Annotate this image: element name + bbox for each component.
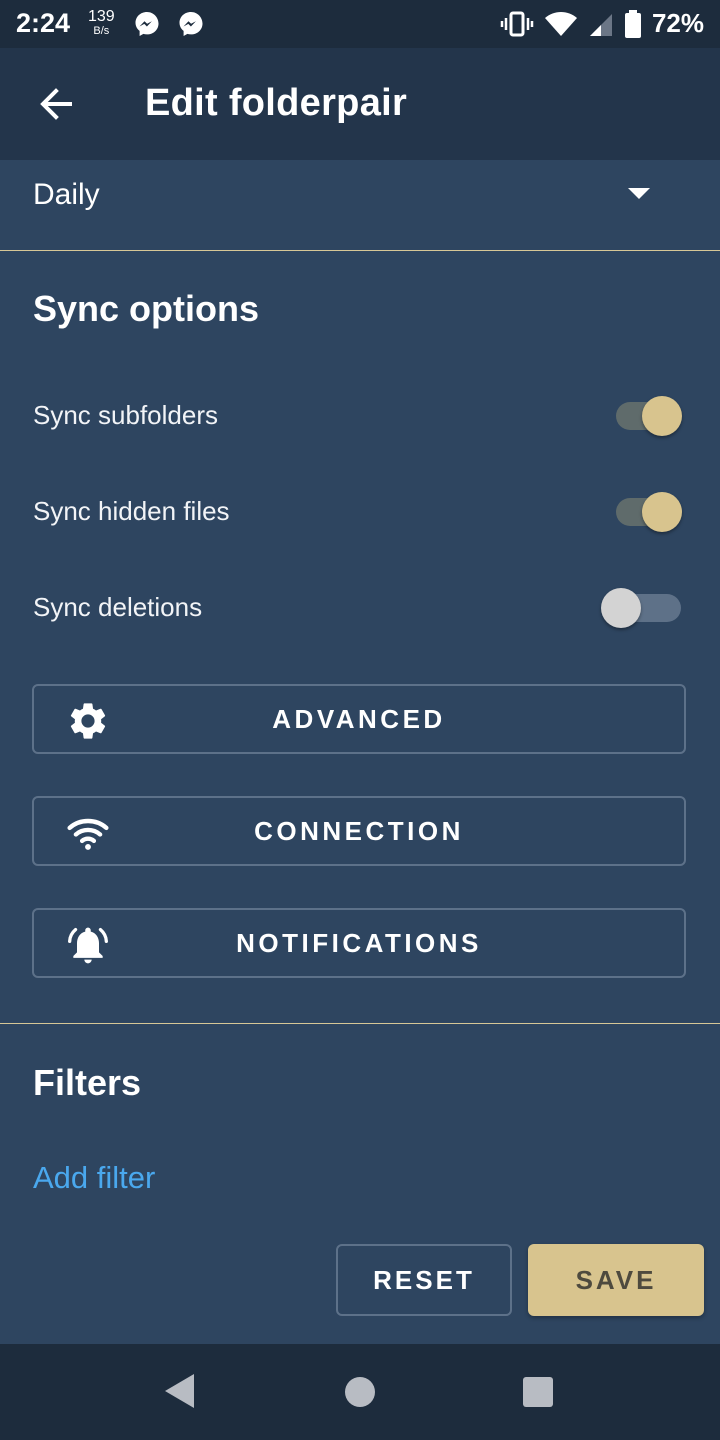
app-bar: Edit folderpair (0, 48, 720, 160)
schedule-dropdown[interactable]: Daily (0, 160, 720, 251)
toggle-row-sync-deletions[interactable]: Sync deletions (0, 568, 720, 648)
gear-icon (70, 703, 106, 739)
sync-subfolders-switch[interactable] (616, 396, 682, 436)
status-time: 2:24 (16, 8, 71, 38)
page-title: Edit folderpair (145, 82, 408, 124)
nav-recents-icon[interactable] (523, 1377, 553, 1407)
nav-back-icon[interactable] (165, 1374, 194, 1408)
switch-thumb (601, 588, 641, 628)
navigation-bar (0, 1344, 720, 1440)
battery-icon (624, 9, 641, 38)
caret-down-icon (628, 188, 650, 199)
notifications-button-label: NOTIFICATIONS (236, 927, 482, 958)
save-button[interactable]: SAVE (528, 1244, 704, 1316)
toggle-label: Sync deletions (33, 592, 203, 622)
toggle-row-sync-hidden-files[interactable]: Sync hidden files (0, 472, 720, 552)
vibrate-icon (500, 11, 534, 36)
notifications-button[interactable]: NOTIFICATIONS (32, 908, 686, 978)
sync-deletions-switch[interactable] (601, 588, 681, 628)
add-filter-link[interactable]: Add filter (33, 1160, 155, 1196)
back-button[interactable] (30, 78, 82, 130)
connection-button-label: CONNECTION (254, 815, 464, 846)
sync-hidden-files-switch[interactable] (616, 492, 682, 532)
arrow-left-icon (40, 88, 72, 120)
status-bar: 2:24 139 B/s 72% (0, 0, 720, 48)
toggle-row-sync-subfolders[interactable]: Sync subfolders (0, 376, 720, 456)
wifi-icon (544, 11, 577, 36)
filters-title: Filters (33, 1062, 142, 1103)
network-speed: 139 B/s (88, 8, 115, 38)
connection-button[interactable]: CONNECTION (32, 796, 686, 866)
messenger-icon (179, 12, 203, 36)
toggle-label: Sync hidden files (33, 496, 230, 526)
switch-thumb (642, 396, 682, 436)
advanced-button[interactable]: ADVANCED (32, 684, 686, 754)
network-speed-value: 139 (88, 8, 115, 25)
sync-options-title: Sync options (33, 288, 260, 329)
cell-signal-icon (589, 13, 612, 36)
wifi-icon (67, 818, 109, 850)
bell-ringing-icon (68, 927, 108, 964)
schedule-dropdown-value: Daily (33, 178, 100, 211)
nav-home-icon[interactable] (345, 1377, 375, 1407)
network-speed-unit: B/s (93, 25, 110, 37)
advanced-button-label: ADVANCED (272, 703, 446, 734)
status-icons: 72% (500, 8, 704, 39)
reset-button[interactable]: RESET (336, 1244, 512, 1316)
messenger-icon (135, 12, 159, 36)
section-divider (0, 1023, 720, 1024)
battery-percent: 72% (651, 8, 704, 38)
switch-thumb (642, 492, 682, 532)
toggle-label: Sync subfolders (33, 400, 218, 430)
